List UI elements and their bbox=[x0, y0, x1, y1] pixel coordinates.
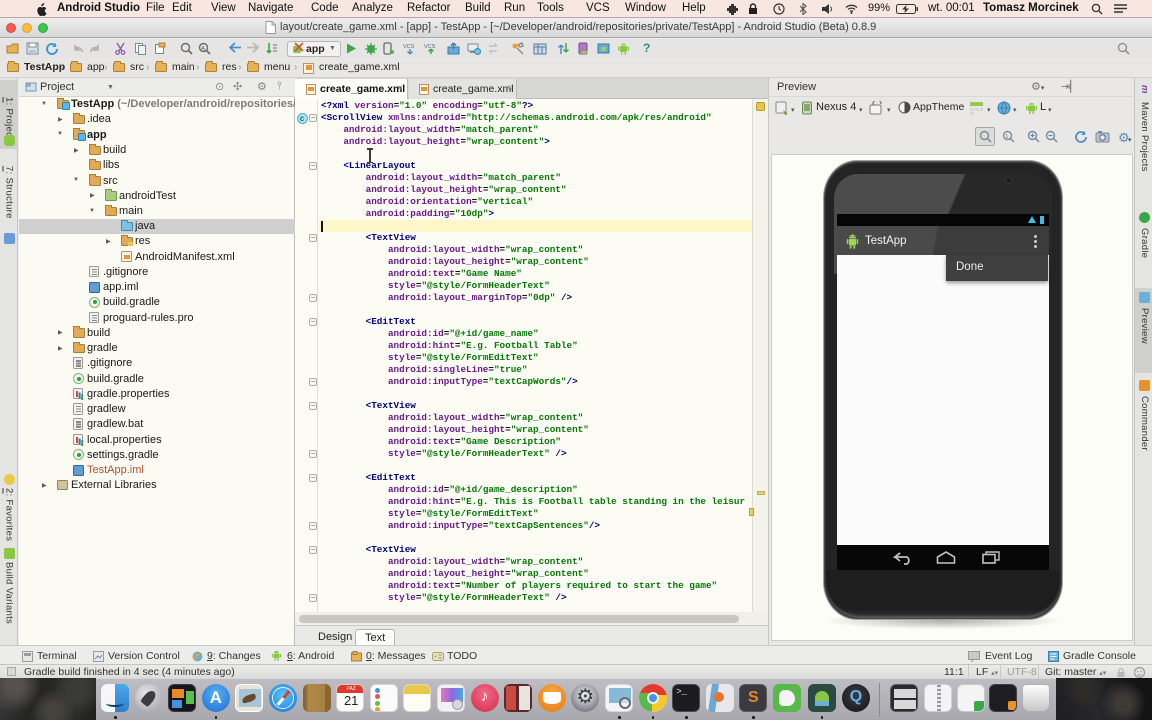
svg-text:VCS: VCS bbox=[424, 44, 436, 50]
svg-text:VCS: VCS bbox=[403, 44, 415, 50]
svg-text:A: A bbox=[201, 47, 205, 53]
svg-text:1: 1 bbox=[1005, 134, 1008, 140]
